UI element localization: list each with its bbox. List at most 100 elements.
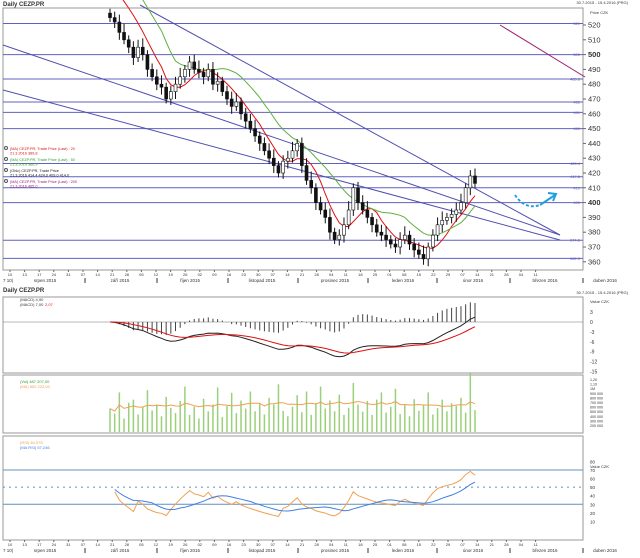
date-tick-label: 22	[431, 542, 436, 547]
candle-body	[300, 143, 304, 166]
price-tick-label: 360	[588, 257, 601, 266]
candle-body	[407, 234, 412, 245]
candle-body	[220, 80, 225, 92]
rsi-axis-unit: Value CZK	[590, 464, 609, 469]
date-tick-label: 30	[256, 272, 261, 277]
candle-body	[351, 187, 356, 211]
volume-tick-label: 1,20	[590, 378, 597, 382]
candle-body	[454, 209, 459, 215]
date-tick-label: 09	[212, 542, 217, 547]
month-label: listopad 2015	[249, 548, 276, 553]
date-tick-label: 11	[534, 542, 539, 547]
date-tick-label: 12	[154, 542, 159, 547]
legend-label: (MA) CEZP.PR, Trade Price (Last) : 200	[10, 180, 77, 184]
candle-body	[309, 180, 314, 189]
panel-frame-3	[2, 435, 584, 541]
candle-body	[215, 80, 220, 85]
month-label: duben 2016	[593, 278, 617, 283]
candle-body	[140, 46, 145, 55]
date-tick-label: 21	[300, 272, 305, 277]
support-line-label: 521	[573, 21, 580, 26]
rsi-tick-label: 30	[590, 502, 596, 507]
support-line-label: 426.4	[570, 161, 581, 166]
date-tick-label: 14	[285, 542, 290, 547]
candle-body	[304, 165, 309, 181]
date-tick-label: 10	[8, 542, 13, 547]
date-tick-label: 17	[37, 272, 42, 277]
candle-body	[131, 46, 136, 58]
macd-tick-label: -15	[590, 370, 597, 376]
candle-body	[239, 101, 243, 115]
rsi-tick-label: 40	[590, 494, 596, 499]
ma200-line	[499, 24, 586, 78]
chart-window: Daily CEZP.PR Daily CEZP.PR 30.7.2015 - 15…	[0, 0, 640, 558]
price-tick-label: 380	[588, 228, 601, 237]
chart-canvas[interactable]: Daily CEZP.PR Daily CEZP.PR 30.7.2015 - 15…	[0, 0, 640, 558]
month-label: září 2015	[111, 278, 130, 283]
date-tick-label: 11	[344, 542, 349, 547]
candle-body	[323, 209, 328, 218]
support-line-label: 374.6	[570, 238, 581, 243]
candle-body	[159, 83, 164, 88]
macd-tick-label: -9	[590, 350, 595, 356]
date-tick-label: 05	[139, 542, 144, 547]
candle-body	[173, 83, 178, 92]
date-tick-label: 11	[534, 272, 539, 277]
date-tick-label: 18	[358, 272, 363, 277]
date-tick-label: 16	[227, 272, 232, 277]
legend-label: (Ohlc) CEZP.PR, Trade Price	[10, 169, 59, 173]
candle-body	[262, 143, 267, 152]
legend-marker-icon	[4, 179, 8, 183]
candle-body	[445, 217, 449, 221]
month-label: říjen 2015	[180, 278, 201, 283]
date-tick-label: 28	[125, 272, 130, 277]
price-tick-label: 480	[588, 80, 601, 89]
candle-body	[243, 113, 248, 122]
date-tick-label: 29	[446, 272, 451, 277]
price-tick-label: 520	[588, 21, 601, 30]
volume-tick-label: 1M	[590, 387, 595, 391]
date-tick-label: 14	[285, 272, 290, 277]
projection-arrow	[514, 194, 541, 208]
axis-start-label: 7 10|	[3, 548, 13, 553]
date-tick-label: 15	[417, 542, 422, 547]
price-tick-label: 400	[588, 198, 601, 207]
price-tick-label: 390	[588, 213, 601, 222]
macd-panel-title: Daily CEZP.PR	[3, 288, 45, 294]
candle-body	[332, 231, 337, 240]
date-tick-label: 21	[490, 272, 495, 277]
arrow-head-icon	[539, 192, 558, 206]
price-tick-label: 420	[588, 169, 601, 178]
candle-body	[136, 46, 140, 58]
candle-body	[150, 69, 154, 78]
candle-body	[192, 61, 197, 70]
candle-body	[459, 202, 463, 211]
volume-tick-label: 700 000	[590, 401, 603, 405]
date-tick-label: 22	[431, 272, 436, 277]
date-tick-label: 08	[402, 542, 407, 547]
month-label: únor 2016	[463, 548, 484, 553]
price-tick-label: 470	[588, 95, 601, 104]
macd-tick-label: 3	[590, 310, 593, 316]
axis-start-label: 7 10|	[3, 278, 13, 283]
macd-legend: (MACD) 7,00	[20, 302, 44, 307]
date-tick-label: 02	[198, 542, 203, 547]
candle-body	[145, 54, 150, 70]
month-label: srpen 2015	[34, 548, 57, 553]
candle-body	[468, 175, 473, 189]
date-tick-label: 07	[81, 272, 86, 277]
macd-tick-label: -6	[590, 340, 595, 346]
candle-body	[253, 128, 257, 137]
candle-body	[248, 120, 253, 129]
candle-body	[122, 32, 126, 41]
candle-body	[314, 187, 318, 203]
support-line-label: 500	[573, 52, 580, 57]
date-tick-label: 01	[387, 542, 392, 547]
date-range: 30.7.2015 - 15.4.2016 (PRG)	[576, 0, 628, 5]
date-range-2: 30.7.2015 - 15.4.2016 (PRG)	[576, 290, 628, 295]
date-tick-label: 28	[504, 542, 509, 547]
volume-legend: (MA) 552 222,00	[20, 384, 51, 389]
price-tick-label: 450	[588, 124, 601, 133]
date-tick-label: 07	[271, 542, 276, 547]
candle-body	[112, 17, 117, 23]
